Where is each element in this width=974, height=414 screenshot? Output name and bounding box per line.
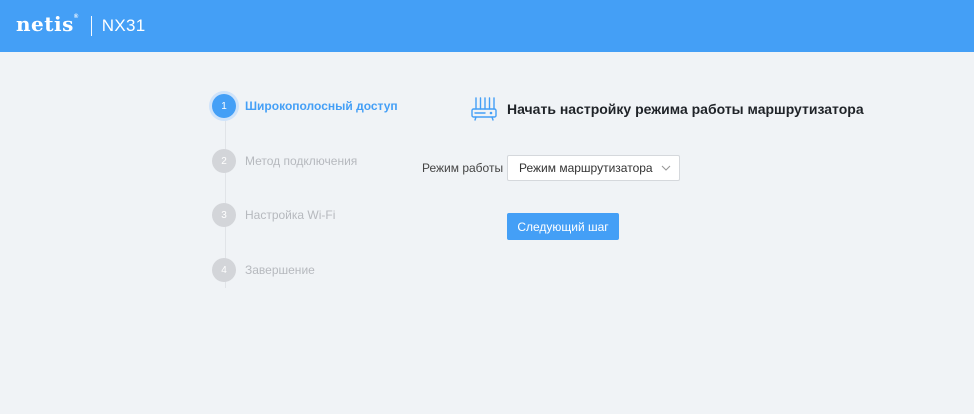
netis-logo: netis® [16,12,79,36]
step-label: Завершение [245,263,315,277]
chevron-down-icon [661,165,671,171]
model-name: NX31 [101,16,146,35]
mode-select-value: Режим маршрутизатора [519,161,653,175]
brand-name: netis [16,12,74,36]
step-number: 4 [212,258,236,282]
step-number: 3 [212,203,236,227]
step-number: 1 [212,94,236,118]
step-connection-method: 2 Метод подключения [212,149,357,173]
section-header: Начать настройку режима работы маршрутиз… [470,96,864,122]
top-bar: netis® NX31 [0,0,974,52]
step-number: 2 [212,149,236,173]
step-completion: 4 Завершение [212,258,315,282]
step-label: Метод подключения [245,154,358,168]
step-broadband-access: 1 Широкополосный доступ [212,94,398,118]
registered-mark: ® [73,14,79,20]
mode-select[interactable]: Режим маршрутизатора [507,155,680,181]
step-wifi-settings: 3 Настройка Wi-Fi [212,203,335,227]
step-label: Настройка Wi-Fi [245,208,336,222]
router-icon [471,97,497,121]
header-divider [90,16,92,36]
next-step-button[interactable]: Следующий шаг [507,213,619,240]
step-label: Широкополосный доступ [245,99,398,113]
mode-field-label: Режим работы [422,161,504,175]
page-title: Начать настройку режима работы маршрутиз… [507,101,864,117]
